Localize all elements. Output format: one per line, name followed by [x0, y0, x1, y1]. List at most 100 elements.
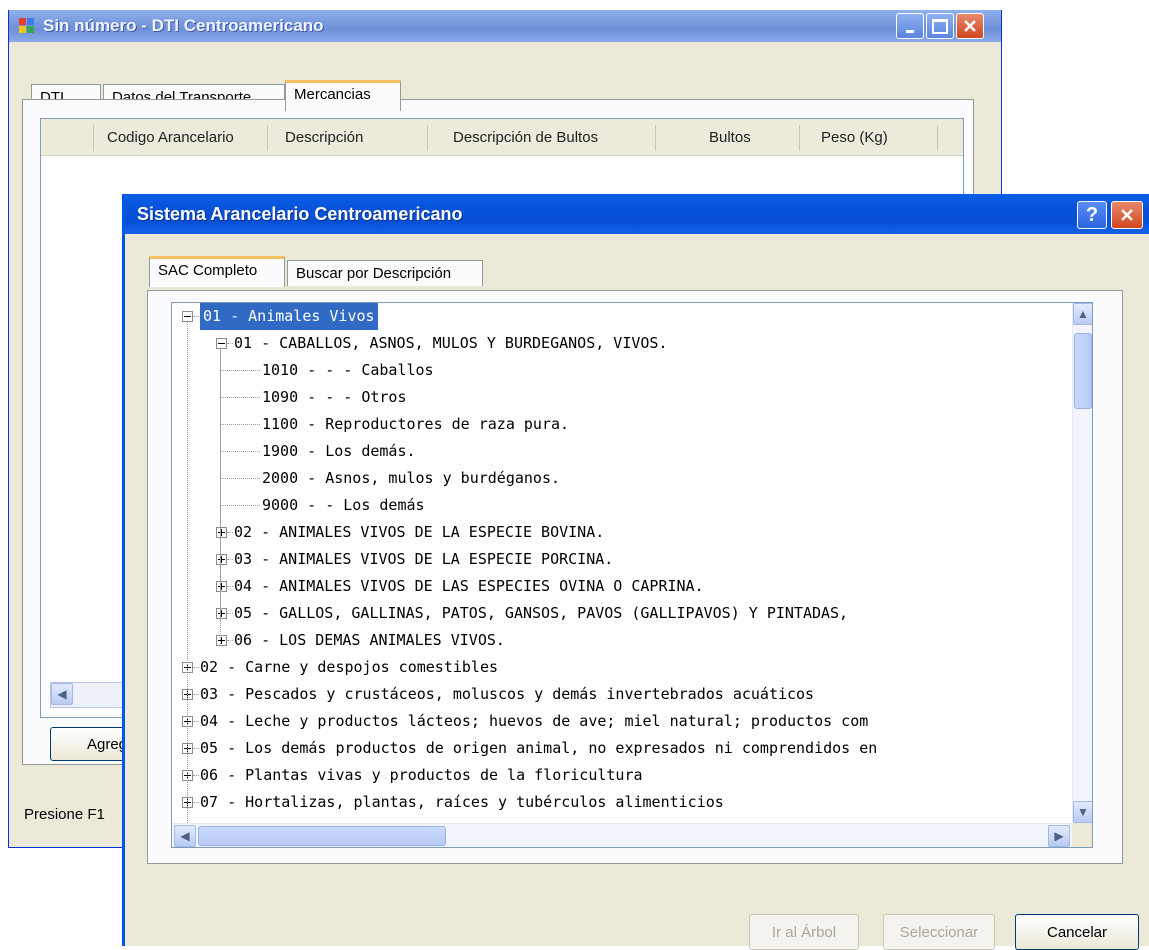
tree-horizontal-scrollbar[interactable]: ◀ ▶: [172, 823, 1072, 847]
tree-node[interactable]: 01 - CABALLOS, ASNOS, MULOS Y BURDEGANOS…: [172, 330, 1072, 357]
tree-connector: [220, 370, 260, 371]
collapse-icon[interactable]: [182, 311, 193, 322]
tree-node-label: 02 - Carne y despojos comestibles: [200, 658, 499, 676]
tree-node-label: 04 - ANIMALES VIVOS DE LAS ESPECIES OVIN…: [234, 577, 704, 595]
tree-connector: [220, 478, 260, 479]
expand-icon[interactable]: [216, 527, 227, 538]
tree-node-label: 1100 - Reproductores de raza pura.: [262, 415, 570, 433]
help-icon: ?: [1085, 203, 1099, 226]
tab-sac-completo[interactable]: SAC Completo: [149, 256, 285, 287]
tree-connector: [220, 397, 260, 398]
tree-node-label: 01 - CABALLOS, ASNOS, MULOS Y BURDEGANOS…: [234, 334, 668, 352]
tree-node-label: 9000 - - Los demás: [262, 496, 425, 514]
cancelar-button[interactable]: Cancelar: [1015, 914, 1139, 950]
column-header-descripcion-bultos[interactable]: Descripción de Bultos: [453, 129, 598, 146]
tree-node[interactable]: 1090 - - - Otros: [172, 384, 1072, 411]
horizontal-scroll-thumb[interactable]: [198, 826, 446, 846]
tree-connector: [193, 802, 199, 803]
tree-node-label: 05 - Los demás productos de origen anima…: [200, 739, 878, 757]
tree-node-label: 01 - Animales Vivos: [200, 303, 378, 330]
status-text: Presione F1: [24, 806, 105, 823]
tree-node-label: 1900 - Los demás.: [262, 442, 416, 460]
tree-node-label: 03 - Pescados y crustáceos, moluscos y d…: [200, 685, 815, 703]
tree-node-label: 06 - LOS DEMAS ANIMALES VIVOS.: [234, 631, 505, 649]
tree-node[interactable]: 02 - Carne y despojos comestibles: [172, 654, 1072, 681]
close-icon: [1121, 209, 1133, 221]
scroll-down-button[interactable]: ▼: [1073, 801, 1092, 823]
column-header-peso[interactable]: Peso (Kg): [821, 129, 888, 146]
column-header-descripcion[interactable]: Descripción: [285, 129, 363, 146]
scroll-right-button[interactable]: ▶: [1048, 825, 1070, 847]
tree-node[interactable]: 1900 - Los demás.: [172, 438, 1072, 465]
seleccionar-button[interactable]: Seleccionar: [883, 914, 995, 950]
tab-buscar-descripcion[interactable]: Buscar por Descripción: [287, 260, 483, 286]
maximize-button[interactable]: [926, 13, 954, 39]
tree-node-label: 03 - ANIMALES VIVOS DE LA ESPECIE PORCIN…: [234, 550, 614, 568]
tree-connector: [227, 613, 233, 614]
tree-node[interactable]: 07 - Hortalizas, plantas, raíces y tubér…: [172, 789, 1072, 816]
vertical-scroll-thumb[interactable]: [1074, 333, 1092, 409]
dti-title-bar[interactable]: Sin número - DTI Centroamericano: [9, 10, 1001, 42]
tab-mercancias[interactable]: Mercancias: [285, 80, 401, 111]
tree-node-label: 02 - ANIMALES VIVOS DE LA ESPECIE BOVINA…: [234, 523, 605, 541]
tree-node[interactable]: 03 - Pescados y crustáceos, moluscos y d…: [172, 681, 1072, 708]
tree-node-label: 04 - Leche y productos lácteos; huevos d…: [200, 712, 869, 730]
sac-dialog: Sistema Arancelario Centroamericano ? SA…: [122, 194, 1149, 950]
tree-node[interactable]: 01 - Animales Vivos: [172, 303, 1072, 330]
grid-horizontal-scrollbar[interactable]: ◀: [50, 682, 132, 708]
add-button[interactable]: Agreg: [50, 727, 130, 761]
dialog-close-button[interactable]: [1111, 201, 1143, 229]
chevron-left-icon: ◀: [180, 829, 190, 843]
ir-al-arbol-button[interactable]: Ir al Árbol: [749, 914, 859, 950]
tree-connector: [227, 559, 233, 560]
tree-node[interactable]: 04 - ANIMALES VIVOS DE LAS ESPECIES OVIN…: [172, 573, 1072, 600]
sac-tree-view[interactable]: 01 - Animales Vivos 01 - CABALLOS, ASNOS,…: [171, 302, 1093, 848]
help-button[interactable]: ?: [1077, 201, 1107, 229]
minimize-button[interactable]: [896, 13, 924, 39]
sac-dialog-title: Sistema Arancelario Centroamericano: [137, 204, 463, 224]
column-header-bultos[interactable]: Bultos: [709, 129, 751, 146]
ir-al-arbol-label: Ir al Árbol: [771, 923, 837, 941]
expand-icon[interactable]: [216, 635, 227, 646]
tree-node-label: 06 - Plantas vivas y productos de la flo…: [200, 766, 643, 784]
chevron-down-icon: ▼: [1077, 805, 1089, 819]
tab-buscar-descripcion-label: Buscar por Descripción: [296, 265, 452, 282]
tree-node-label: 07 - Hortalizas, plantas, raíces y tubér…: [200, 793, 724, 811]
expand-icon[interactable]: [216, 554, 227, 565]
tree-node[interactable]: 03 - ANIMALES VIVOS DE LA ESPECIE PORCIN…: [172, 546, 1072, 573]
chevron-up-icon: ▲: [1077, 307, 1089, 321]
tree-node[interactable]: 04 - Leche y productos lácteos; huevos d…: [172, 708, 1072, 735]
expand-icon[interactable]: [216, 608, 227, 619]
expand-icon[interactable]: [216, 581, 227, 592]
sac-title-bar[interactable]: Sistema Arancelario Centroamericano ?: [125, 194, 1149, 234]
tree-guide-line: [220, 348, 221, 646]
scroll-up-button[interactable]: ▲: [1073, 303, 1092, 325]
tree-vertical-scrollbar[interactable]: ▲ ▼: [1072, 303, 1092, 823]
tree-node[interactable]: 05 - GALLOS, GALLINAS, PATOS, GANSOS, PA…: [172, 600, 1072, 627]
tree-connector: [193, 721, 199, 722]
close-button[interactable]: [956, 13, 984, 39]
grid-header: Codigo Arancelario Descripción Descripci…: [41, 119, 963, 156]
column-header-codigo[interactable]: Codigo Arancelario: [107, 129, 234, 146]
tree-node[interactable]: 02 - ANIMALES VIVOS DE LA ESPECIE BOVINA…: [172, 519, 1072, 546]
tab-mercancias-label: Mercancias: [294, 86, 371, 103]
tree-node[interactable]: 06 - LOS DEMAS ANIMALES VIVOS.: [172, 627, 1072, 654]
cancelar-label: Cancelar: [1046, 923, 1108, 941]
tree-connector: [227, 640, 233, 641]
tree-node[interactable]: 05 - Los demás productos de origen anima…: [172, 735, 1072, 762]
tree-node-label: 1090 - - - Otros: [262, 388, 407, 406]
tree-connector: [227, 532, 233, 533]
collapse-icon[interactable]: [216, 338, 227, 349]
tree-node[interactable]: 1010 - - - Caballos: [172, 357, 1072, 384]
tree-node[interactable]: 9000 - - Los demás: [172, 492, 1072, 519]
tree-node[interactable]: 1100 - Reproductores de raza pura.: [172, 411, 1072, 438]
tree-node[interactable]: 2000 - Asnos, mulos y burdéganos.: [172, 465, 1072, 492]
tree-node[interactable]: 06 - Plantas vivas y productos de la flo…: [172, 762, 1072, 789]
scroll-left-button[interactable]: ◀: [174, 825, 196, 847]
app-icon: [19, 18, 35, 34]
tree-connector: [220, 424, 260, 425]
scroll-left-button[interactable]: ◀: [51, 683, 73, 705]
close-icon: [964, 20, 976, 32]
tree-rows: 01 - Animales Vivos 01 - CABALLOS, ASNOS,…: [172, 303, 1072, 823]
tree-node-label: 1010 - - - Caballos: [262, 361, 434, 379]
